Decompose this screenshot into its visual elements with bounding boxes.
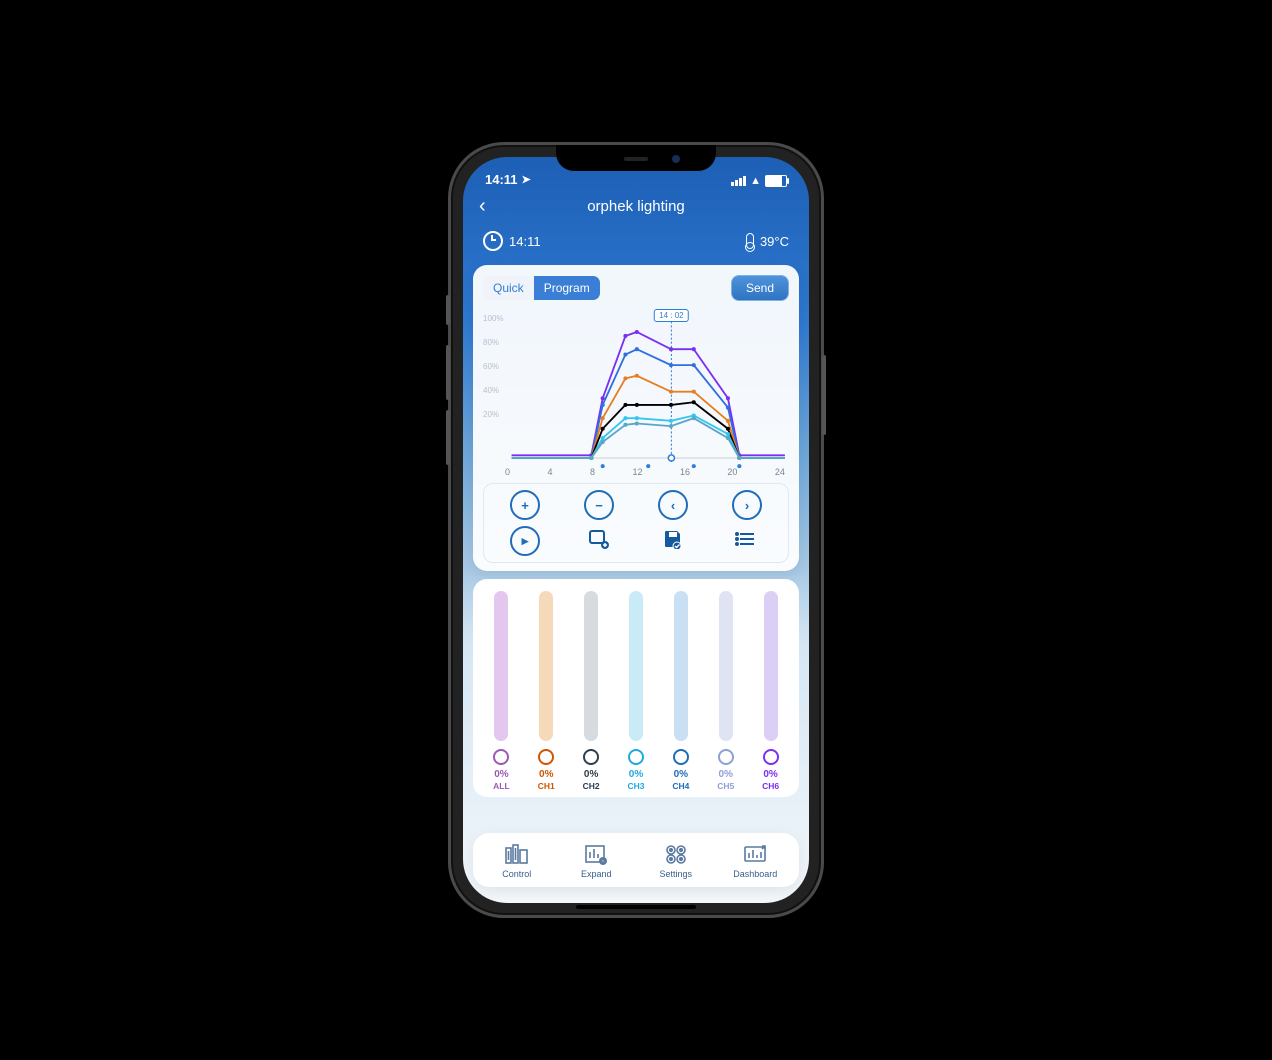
tab-quick[interactable]: Quick: [483, 276, 534, 300]
slider-handle[interactable]: [718, 749, 734, 765]
slider-value: 0%: [718, 769, 732, 780]
clock-icon: [483, 231, 503, 251]
slider-value: 0%: [539, 769, 553, 780]
page-title: orphek lighting: [587, 198, 685, 215]
chart-toolbar: + − ‹ › ▸: [483, 483, 789, 563]
mode-segmented-control[interactable]: Quick Program: [483, 276, 600, 300]
nav-expand[interactable]: Expand: [581, 843, 612, 879]
add-point-button[interactable]: +: [510, 490, 540, 520]
nav-dashboard[interactable]: Dashboard: [733, 843, 777, 879]
phone-frame: 14:11 ➤ ▲ ‹ orphek lighting 14:11: [448, 142, 824, 918]
slider-handle[interactable]: [538, 749, 554, 765]
nav-control-label: Control: [502, 869, 531, 879]
channel-slider-ch4[interactable]: 0%CH4: [672, 591, 689, 791]
slider-value: 0%: [629, 769, 643, 780]
next-point-button[interactable]: ›: [732, 490, 762, 520]
volume-down-button[interactable]: [446, 410, 450, 465]
mute-switch[interactable]: [446, 295, 450, 325]
channel-slider-ch5[interactable]: 0%CH5: [717, 591, 734, 791]
slider-track[interactable]: [674, 591, 688, 741]
channel-sliders: 0%ALL0%CH10%CH20%CH30%CH40%CH50%CH6: [473, 579, 799, 797]
chart-x-ticks: 0 4 8 12 16 20 24: [505, 467, 785, 477]
nav-control[interactable]: Control: [502, 843, 531, 879]
settings-icon: [663, 843, 689, 865]
slider-track[interactable]: [584, 591, 598, 741]
power-button[interactable]: [822, 355, 826, 435]
slider-label: ALL: [493, 781, 510, 791]
save-button-icon[interactable]: [660, 526, 686, 552]
slider-handle[interactable]: [628, 749, 644, 765]
tab-program[interactable]: Program: [534, 276, 600, 300]
slider-track[interactable]: [764, 591, 778, 741]
location-icon: ➤: [522, 173, 531, 186]
thermometer-icon: [746, 233, 754, 249]
wifi-icon: ▲: [750, 175, 761, 187]
dashboard-icon: [742, 843, 768, 865]
slider-value: 0%: [674, 769, 688, 780]
schedule-chart[interactable]: 100% 80% 60% 40% 20% 14 : 02 0 4 8 12 16: [483, 307, 789, 477]
chart-svg: [483, 307, 789, 480]
slider-track[interactable]: [629, 591, 643, 741]
channel-slider-ch6[interactable]: 0%CH6: [762, 591, 779, 791]
remove-point-button[interactable]: −: [584, 490, 614, 520]
nav-expand-label: Expand: [581, 869, 612, 879]
channel-slider-ch3[interactable]: 0%CH3: [627, 591, 644, 791]
send-button[interactable]: Send: [731, 275, 789, 301]
slider-label: CH3: [627, 781, 644, 791]
volume-up-button[interactable]: [446, 345, 450, 400]
nav-dashboard-label: Dashboard: [733, 869, 777, 879]
info-row: 14:11 39°C: [463, 225, 809, 265]
home-indicator[interactable]: [576, 905, 696, 909]
control-icon: [504, 843, 530, 865]
play-preview-button[interactable]: ▸: [510, 526, 540, 556]
list-button[interactable]: [734, 526, 760, 552]
slider-label: CH6: [762, 781, 779, 791]
statusbar-time: 14:11: [485, 172, 518, 187]
slider-handle[interactable]: [583, 749, 599, 765]
nav-settings[interactable]: Settings: [659, 843, 692, 879]
slider-value: 0%: [584, 769, 598, 780]
load-template-button[interactable]: [586, 526, 612, 552]
channel-slider-ch2[interactable]: 0%CH2: [583, 591, 600, 791]
channel-slider-ch1[interactable]: 0%CH1: [538, 591, 555, 791]
info-temp: 39°C: [760, 234, 789, 249]
slider-handle[interactable]: [673, 749, 689, 765]
nav-settings-label: Settings: [659, 869, 692, 879]
slider-label: CH2: [583, 781, 600, 791]
slider-value: 0%: [763, 769, 777, 780]
cellular-icon: [731, 176, 746, 186]
slider-track[interactable]: [494, 591, 508, 741]
channel-slider-all[interactable]: 0%ALL: [493, 591, 510, 791]
slider-track[interactable]: [719, 591, 733, 741]
bottom-nav: Control Expand Settings: [473, 833, 799, 887]
back-button[interactable]: ‹: [479, 195, 486, 218]
battery-icon: [765, 175, 787, 187]
slider-label: CH1: [538, 781, 555, 791]
expand-icon: [583, 843, 609, 865]
slider-track[interactable]: [539, 591, 553, 741]
slider-handle[interactable]: [493, 749, 509, 765]
prev-point-button[interactable]: ‹: [658, 490, 688, 520]
device-notch: [556, 145, 716, 171]
program-card: Quick Program Send 100% 80% 60% 40% 20% …: [473, 265, 799, 571]
slider-handle[interactable]: [763, 749, 779, 765]
slider-label: CH5: [717, 781, 734, 791]
slider-label: CH4: [672, 781, 689, 791]
info-time: 14:11: [509, 234, 541, 249]
slider-value: 0%: [494, 769, 508, 780]
